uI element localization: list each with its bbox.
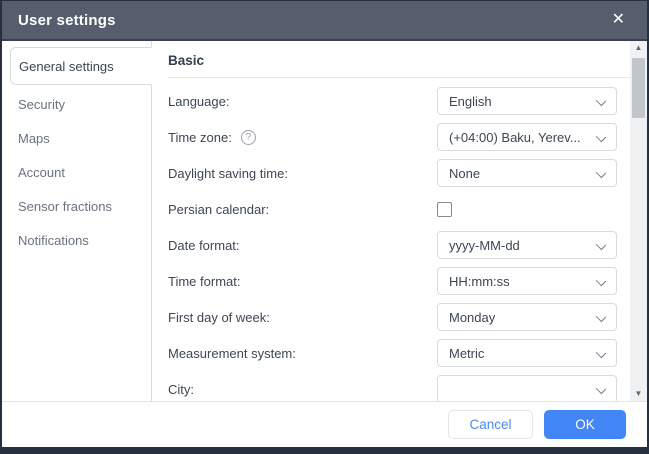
settings-rows: Language: English Time zone: ? <box>152 83 630 401</box>
sidebar-item-general-settings[interactable]: General settings <box>10 47 152 85</box>
chevron-down-icon <box>596 384 606 394</box>
selected-value: yyyy-MM-dd <box>449 238 520 253</box>
dialog-titlebar: User settings ✕ <box>2 1 647 41</box>
chevron-down-icon <box>596 132 606 142</box>
sidebar-item-account[interactable]: Account <box>2 155 151 189</box>
sidebar-item-sensor-fractions[interactable]: Sensor fractions <box>2 189 151 223</box>
dialog-footer: Cancel OK <box>2 401 647 447</box>
field-label: Date format: <box>168 238 437 253</box>
section-title: Basic <box>168 53 614 68</box>
selected-value: (+04:00) Baku, Yerev... <box>449 130 581 145</box>
sidebar-item-label: Account <box>18 165 65 180</box>
sidebar-item-label: General settings <box>19 59 114 74</box>
language-select[interactable]: English <box>437 87 617 115</box>
selected-value: None <box>449 166 480 181</box>
time-format-select[interactable]: HH:mm:ss <box>437 267 617 295</box>
chevron-down-icon <box>596 312 606 322</box>
settings-row-measurement: Measurement system: Metric <box>152 335 630 371</box>
field-label: Persian calendar: <box>168 202 437 217</box>
selected-value: Monday <box>449 310 495 325</box>
date-format-select[interactable]: yyyy-MM-dd <box>437 231 617 259</box>
timezone-select[interactable]: (+04:00) Baku, Yerev... <box>437 123 617 151</box>
ok-button[interactable]: OK <box>544 410 626 439</box>
settings-row-persian-calendar: Persian calendar: <box>152 191 630 227</box>
city-select[interactable] <box>437 375 617 401</box>
sidebar-item-notifications[interactable]: Notifications <box>2 223 151 257</box>
sidebar-item-label: Notifications <box>18 233 89 248</box>
sidebar-item-security[interactable]: Security <box>2 87 151 121</box>
user-settings-dialog: User settings ✕ General settings Securit… <box>2 1 647 447</box>
scrollbar-track[interactable] <box>632 53 645 389</box>
chevron-down-icon <box>596 168 606 178</box>
settings-row-language: Language: English <box>152 83 630 119</box>
field-label: City: <box>168 382 437 397</box>
help-icon[interactable]: ? <box>241 130 256 145</box>
sidebar-item-label: Security <box>18 97 65 112</box>
field-label: Time format: <box>168 274 437 289</box>
settings-row-time-format: Time format: HH:mm:ss <box>152 263 630 299</box>
field-label: Time zone: ? <box>168 130 437 145</box>
dialog-body: General settings Security Maps Account S… <box>2 41 647 401</box>
dialog-title: User settings <box>18 12 116 29</box>
vertical-scrollbar[interactable]: ▲ ▼ <box>630 41 647 401</box>
persian-calendar-checkbox[interactable] <box>437 202 452 217</box>
sidebar-item-label: Sensor fractions <box>18 199 112 214</box>
field-label: Measurement system: <box>168 346 437 361</box>
selected-value: English <box>449 94 492 109</box>
sidebar-item-label: Maps <box>18 131 50 146</box>
settings-sidebar: General settings Security Maps Account S… <box>2 41 152 401</box>
daylight-saving-select[interactable]: None <box>437 159 617 187</box>
chevron-down-icon <box>596 240 606 250</box>
scroll-down-icon[interactable]: ▼ <box>635 389 643 399</box>
field-label: First day of week: <box>168 310 437 325</box>
first-day-select[interactable]: Monday <box>437 303 617 331</box>
chevron-down-icon <box>596 276 606 286</box>
settings-row-timezone: Time zone: ? (+04:00) Baku, Yerev... <box>152 119 630 155</box>
settings-row-first-day: First day of week: Monday <box>152 299 630 335</box>
cancel-button[interactable]: Cancel <box>448 410 533 439</box>
close-icon[interactable]: ✕ <box>606 10 631 30</box>
settings-row-date-format: Date format: yyyy-MM-dd <box>152 227 630 263</box>
sidebar-item-maps[interactable]: Maps <box>2 121 151 155</box>
field-label: Daylight saving time: <box>168 166 437 181</box>
scrollbar-thumb[interactable] <box>632 58 645 118</box>
chevron-down-icon <box>596 96 606 106</box>
settings-content: Basic Language: English Time zone: <box>152 41 630 401</box>
selected-value: HH:mm:ss <box>449 274 510 289</box>
scroll-up-icon[interactable]: ▲ <box>635 43 643 53</box>
field-label-text: Time zone: <box>168 130 232 145</box>
settings-row-city: City: <box>152 371 630 401</box>
field-label: Language: <box>168 94 437 109</box>
selected-value: Metric <box>449 346 484 361</box>
section-divider <box>168 77 630 78</box>
chevron-down-icon <box>596 348 606 358</box>
settings-row-daylight-saving: Daylight saving time: None <box>152 155 630 191</box>
measurement-select[interactable]: Metric <box>437 339 617 367</box>
